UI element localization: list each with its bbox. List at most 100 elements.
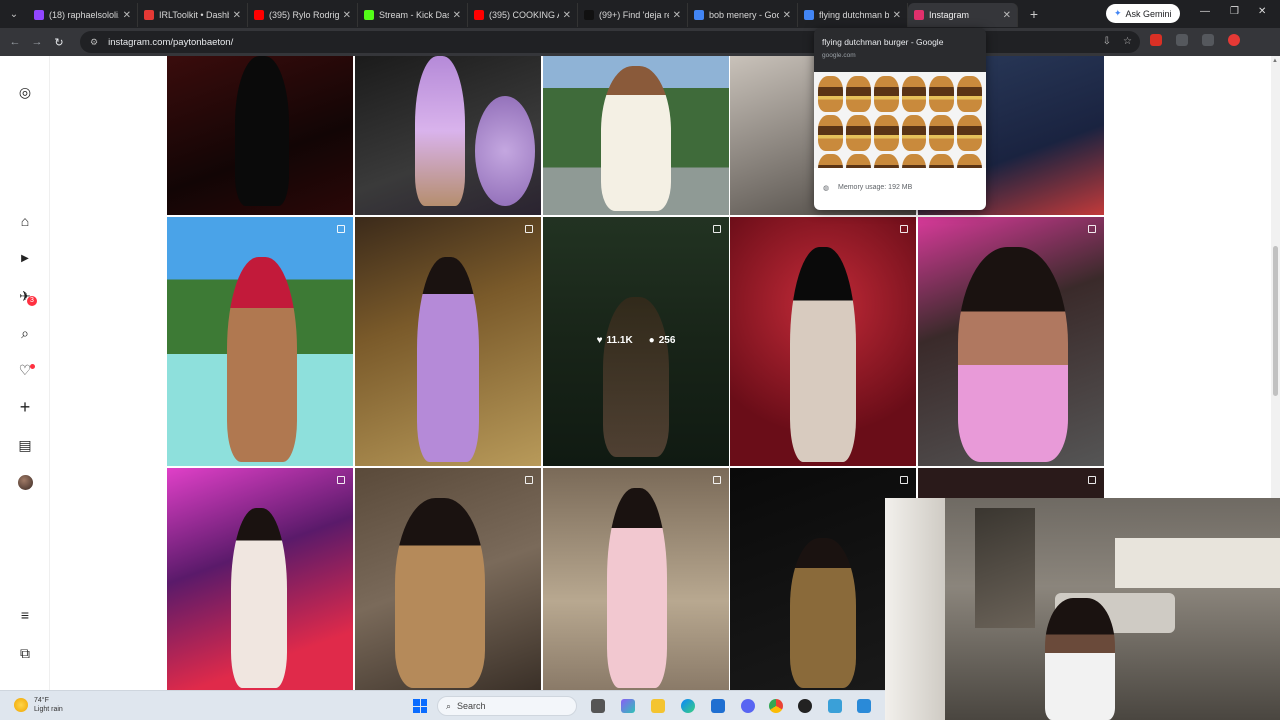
tab[interactable]: Stream - Kick Dash.. ✕ [358, 3, 468, 27]
close-window-button[interactable]: ✕ [1258, 6, 1266, 17]
copilot-icon[interactable] [621, 699, 635, 713]
post-tile[interactable] [918, 217, 1104, 466]
post-tile[interactable] [355, 56, 541, 215]
dashboard-icon[interactable]: ▤ [17, 437, 33, 453]
gemini-icon: ✦ [1114, 8, 1122, 18]
tab-favicon-icon [364, 10, 374, 20]
windows-start-icon[interactable] [413, 699, 427, 713]
post-subject [607, 488, 667, 688]
weather-widget[interactable]: 74°F Light rain [14, 696, 63, 714]
extensions-puzzle-icon[interactable] [1202, 34, 1214, 46]
site-info-icon[interactable]: ⚙ [90, 37, 98, 48]
windows-taskbar: 74°F Light rain ⌕ Search [0, 690, 885, 720]
tab[interactable]: flying dutchman b.. ✕ [798, 3, 908, 27]
post-likes-count: 11.1K [606, 335, 633, 346]
memory-icon: ◍ [823, 185, 830, 192]
tab[interactable]: bob menery - Goo.. ✕ [688, 3, 798, 27]
post-subject [958, 247, 1068, 462]
tab-favicon-icon [474, 10, 484, 20]
tab-close-icon[interactable]: ✕ [343, 10, 351, 21]
tab[interactable]: (395) Rylo Rodrigu.. ✕ [248, 3, 358, 27]
bookmark-star-icon[interactable]: ☆ [1123, 36, 1132, 47]
microsoft-store-icon[interactable] [711, 699, 725, 713]
post-comments-count: 256 [658, 335, 676, 346]
profile-avatar[interactable] [18, 475, 33, 490]
tab-close-icon[interactable]: ✕ [893, 10, 901, 21]
tab[interactable]: (395) COOKING A.. ✕ [468, 3, 578, 27]
also-from-meta-icon[interactable]: ⧉ [17, 645, 33, 661]
forward-button[interactable]: → [26, 36, 48, 48]
minimize-window-button[interactable]: — [1200, 6, 1210, 17]
post-tile[interactable] [543, 468, 729, 690]
edge-browser-icon[interactable] [681, 699, 695, 713]
tab-label: Instagram [929, 10, 970, 20]
file-explorer-icon[interactable] [651, 699, 665, 713]
tab-label: (99+) Find 'deja re.. [599, 10, 669, 20]
carousel-icon [337, 225, 345, 233]
tab-active[interactable]: Instagram ✕ [908, 3, 1018, 27]
post-tile[interactable] [167, 217, 353, 466]
tab[interactable]: (99+) Find 'deja re.. ✕ [578, 3, 688, 27]
tab-close-icon[interactable]: ✕ [123, 10, 131, 21]
tab-close-icon[interactable]: ✕ [563, 10, 571, 21]
messages-badge: 3 [27, 296, 37, 306]
home-icon[interactable]: ⌂ [17, 213, 33, 229]
extension-icons [1150, 34, 1240, 46]
post-tile[interactable] [355, 468, 541, 690]
hover-card-title: flying dutchman burger - Google [822, 37, 944, 47]
profile-avatar-icon[interactable] [1228, 34, 1240, 46]
post-subject [235, 56, 289, 206]
extension-icon[interactable] [1150, 34, 1162, 46]
chrome-icon[interactable] [769, 699, 783, 713]
post-tile[interactable] [543, 56, 729, 215]
more-menu-icon[interactable]: ≡ [17, 607, 33, 623]
new-tab-button[interactable]: + [1026, 6, 1042, 22]
post-tile[interactable] [167, 468, 353, 690]
tab-label: (395) COOKING A.. [489, 10, 559, 20]
tab-hover-card: flying dutchman burger - Google google.c… [814, 28, 986, 210]
instagram-logo-icon[interactable]: ◎ [17, 84, 33, 100]
search-icon: ⌕ [446, 700, 452, 711]
tab-list: (18) raphaelsololi..✕IRLToolkit • Dashb.… [28, 1, 1018, 27]
post-tile-hovered[interactable]: ♥ 11.1K ● 256 [543, 217, 729, 466]
tab-favicon-icon [254, 10, 264, 20]
post-tile[interactable] [730, 217, 916, 466]
tab-label: (395) Rylo Rodrigu.. [269, 10, 339, 20]
tab-close-icon[interactable]: ✕ [233, 10, 241, 21]
install-app-icon[interactable]: ⇩ [1103, 36, 1111, 47]
streamer [1045, 598, 1115, 720]
photos-icon[interactable] [857, 699, 871, 713]
tab[interactable]: (18) raphaelsololi.. ✕ [28, 3, 138, 27]
back-button[interactable]: ← [4, 36, 26, 48]
tab-close-icon[interactable]: ✕ [453, 10, 461, 21]
notifications-dot [30, 364, 35, 369]
post-tile[interactable] [167, 56, 353, 215]
tab-search-chevron-icon[interactable]: ⌄ [0, 0, 28, 28]
tab-favicon-icon [584, 10, 594, 20]
scroll-up-arrow[interactable]: ▲ [1272, 58, 1278, 64]
post-tile[interactable] [355, 217, 541, 466]
carousel-icon [713, 476, 721, 484]
like-heart-icon: ♥ [596, 335, 603, 346]
scrollbar-thumb[interactable] [1273, 246, 1278, 396]
tab-close-icon[interactable]: ✕ [783, 10, 791, 21]
tab-favicon-icon [34, 10, 44, 20]
ask-gemini-button[interactable]: ✦ Ask Gemini [1106, 4, 1180, 23]
reels-icon[interactable]: ▶ [17, 250, 33, 266]
task-view-icon[interactable] [591, 699, 605, 713]
memory-usage-text: Memory usage: 192 MB [838, 184, 913, 191]
tab[interactable]: IRLToolkit • Dashb.. ✕ [138, 3, 248, 27]
carousel-icon [337, 476, 345, 484]
app-icon[interactable] [828, 699, 842, 713]
taskbar-search-placeholder: Search [457, 701, 486, 711]
reload-button[interactable]: ↻ [48, 36, 70, 49]
discord-icon[interactable] [741, 699, 755, 713]
extension-icon[interactable] [1176, 34, 1188, 46]
tab-close-icon[interactable]: ✕ [1003, 10, 1011, 21]
create-icon[interactable]: + [17, 397, 33, 417]
taskbar-search-input[interactable]: ⌕ Search [437, 696, 577, 716]
tab-close-icon[interactable]: ✕ [673, 10, 681, 21]
restore-window-button[interactable]: ❐ [1230, 6, 1239, 17]
search-icon[interactable]: ⌕ [17, 325, 33, 341]
obs-icon[interactable] [798, 699, 812, 713]
